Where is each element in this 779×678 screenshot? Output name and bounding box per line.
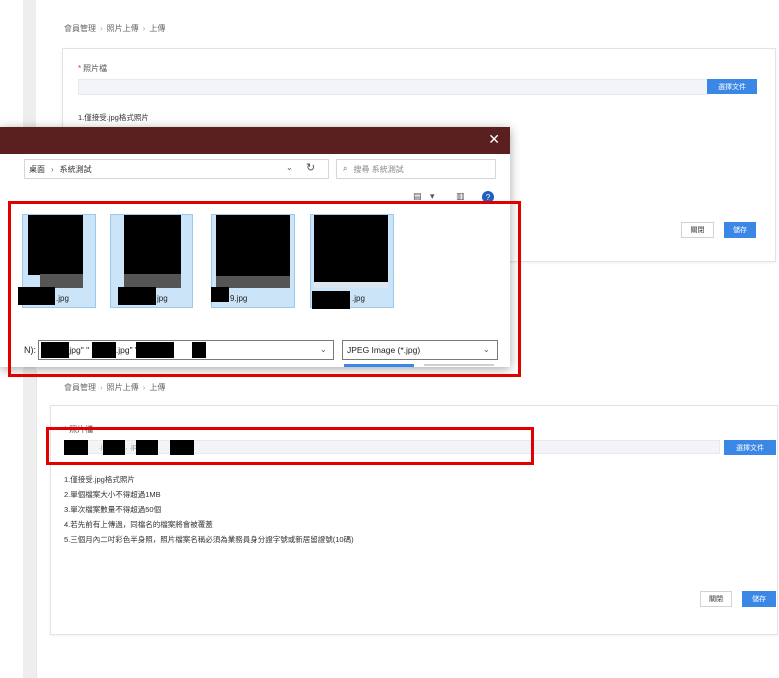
search-input[interactable]: ⌕ 搜尋 系統測試 <box>336 159 496 179</box>
close-icon[interactable]: ✕ <box>488 131 500 148</box>
breadcrumb-member-management[interactable]: 會員管理 <box>64 383 96 392</box>
highlight-box <box>46 427 534 465</box>
choose-file-button[interactable]: 選擇文件 <box>724 440 776 455</box>
search-placeholder: 搜尋 系統測試 <box>353 164 404 174</box>
close-button[interactable]: 關閉 <box>681 222 714 238</box>
rule-item: 1.僅接受.jpg格式照片 <box>64 475 135 484</box>
search-icon: ⌕ <box>343 164 348 173</box>
breadcrumb-photo-upload[interactable]: 照片上傳 <box>107 383 139 392</box>
breadcrumb-separator: › <box>100 383 103 392</box>
rule-item: 4.若先前有上傳過，同檔名的檔案將會被覆蓋 <box>64 520 213 529</box>
photo-file-input[interactable] <box>78 79 708 95</box>
breadcrumb-separator: › <box>100 24 103 33</box>
path-folder[interactable]: 系統測試 <box>60 164 92 175</box>
breadcrumb-upload: 上傳 <box>149 24 166 33</box>
upload-rules-list: 1.僅接受.jpg格式照片 2.單個檔案大小不得超過1MB 3.單次檔案數量不得… <box>64 472 354 547</box>
chevron-down-icon[interactable]: ⌄ <box>286 163 293 172</box>
breadcrumb: 會員管理 › 照片上傳 › 上傳 <box>64 23 165 34</box>
required-mark: * <box>78 64 82 73</box>
rule-item: 5.三個月內二吋彩色半身照，照片檔案名稱必須為業務員身分證字號或新居留證號(10… <box>64 535 354 544</box>
photo-field-label: * 照片檔 <box>78 64 108 73</box>
breadcrumb-member-management[interactable]: 會員管理 <box>64 24 96 33</box>
breadcrumb: 會員管理 › 照片上傳 › 上傳 <box>64 382 165 393</box>
choose-file-button[interactable]: 選擇文件 <box>707 79 757 94</box>
breadcrumb-upload: 上傳 <box>149 383 166 392</box>
breadcrumb-separator: › <box>142 24 146 33</box>
refresh-icon[interactable]: ↻ <box>306 161 315 174</box>
chevron-right-icon: › <box>51 164 54 174</box>
highlight-box <box>8 201 521 377</box>
path-root[interactable]: 桌面 <box>29 164 45 175</box>
save-button[interactable]: 儲存 <box>742 591 776 607</box>
rule-item: 1.僅接受.jpg格式照片 <box>78 113 149 122</box>
breadcrumb-photo-upload[interactable]: 照片上傳 <box>107 24 139 33</box>
save-button[interactable]: 儲存 <box>724 222 756 238</box>
breadcrumb-separator: › <box>142 383 146 392</box>
rule-item: 2.單個檔案大小不得超過1MB <box>64 490 161 499</box>
rule-item: 3.單次檔案數量不得超過50個 <box>64 505 162 514</box>
address-bar[interactable]: 桌面 › 系統測試 <box>24 159 329 179</box>
close-button[interactable]: 關閉 <box>700 591 732 607</box>
dialog-title-bar: ✕ <box>0 127 510 154</box>
left-divider-line <box>36 370 37 678</box>
